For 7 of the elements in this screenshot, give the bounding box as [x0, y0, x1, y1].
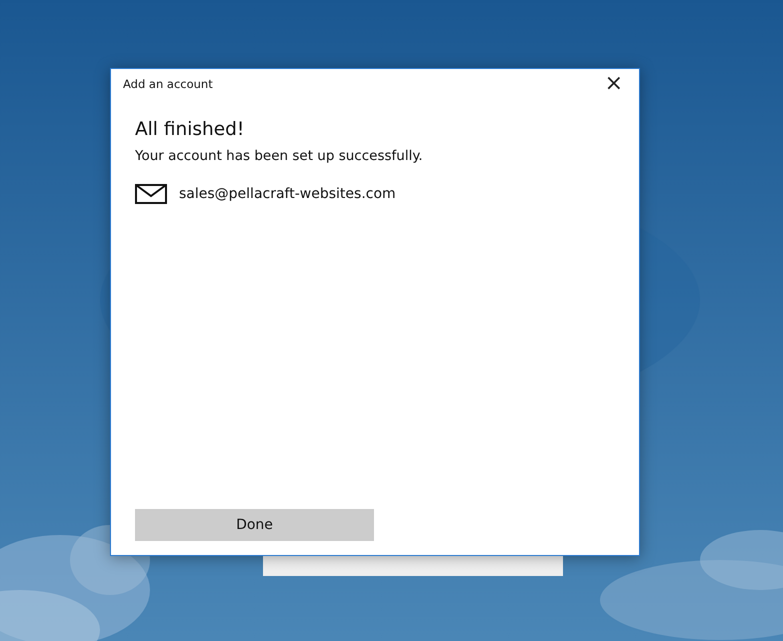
close-button[interactable]: × [600, 73, 627, 95]
message: Your account has been set up successfully. [135, 148, 424, 164]
done-button[interactable]: Done [135, 509, 374, 541]
heading: All finished! [135, 119, 246, 140]
dialog-title: Add an account [123, 77, 213, 91]
envelope-icon [135, 184, 167, 204]
account-email: sales@pellacraft-websites.com [179, 186, 396, 202]
